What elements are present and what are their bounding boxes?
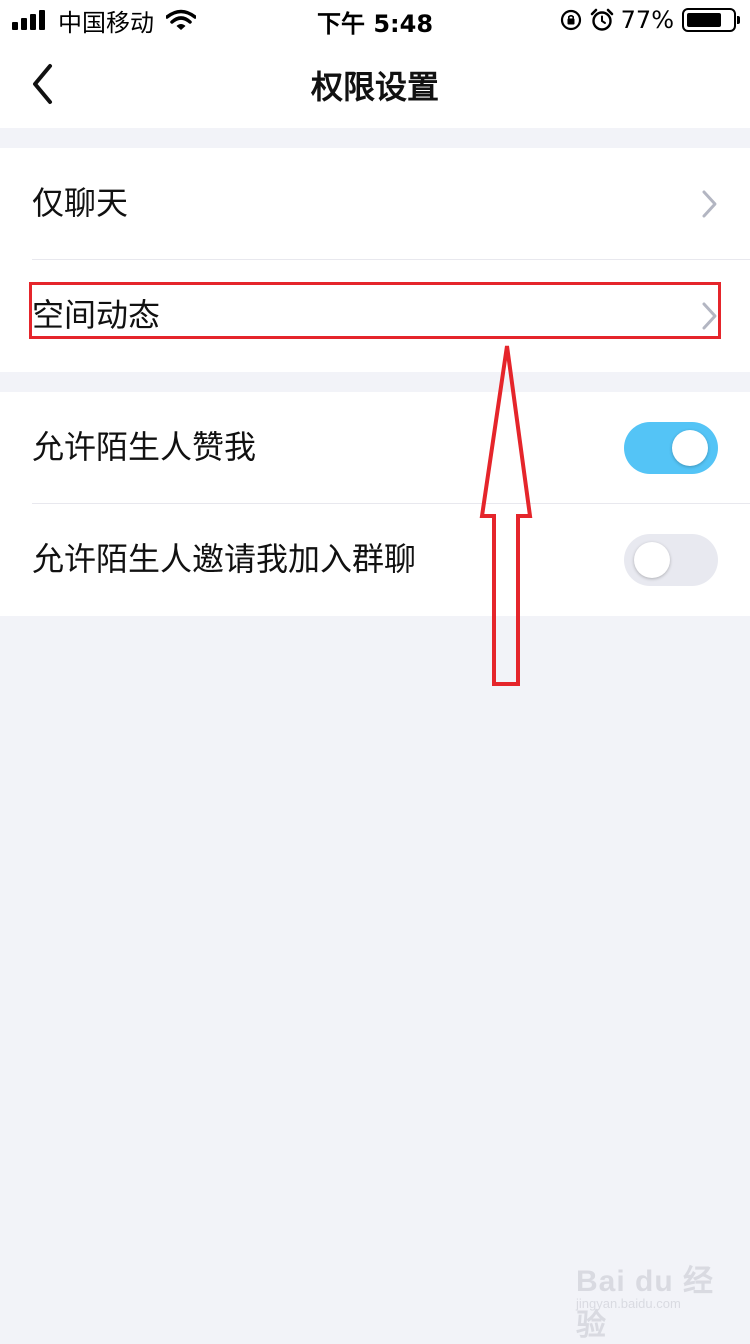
toggle-knob [634, 542, 670, 578]
annotation-highlight-box [29, 282, 721, 339]
page-title: 权限设置 [310, 68, 439, 106]
battery-icon [682, 8, 736, 32]
battery-level-fill [687, 13, 721, 27]
setting-row-allow-stranger-group-invite: 允许陌生人邀请我加入群聊 [0, 504, 750, 616]
setting-row-allow-stranger-like: 允许陌生人赞我 [0, 392, 750, 504]
status-right: 77% [559, 6, 740, 34]
setting-label: 允许陌生人邀请我加入群聊 [32, 540, 417, 578]
allow-stranger-group-invite-toggle[interactable] [624, 534, 718, 586]
watermark-url: jingyan.baidu.com [576, 1296, 681, 1311]
setting-label: 仅聊天 [32, 184, 129, 222]
alarm-icon [590, 8, 613, 31]
allow-stranger-like-toggle[interactable] [624, 422, 718, 474]
orientation-lock-icon [560, 9, 581, 31]
setting-row-chat-only[interactable]: 仅聊天 [0, 148, 750, 260]
setting-label: 允许陌生人赞我 [32, 428, 257, 466]
toggle-knob [672, 430, 708, 466]
annotation-arrow-up-icon [479, 345, 533, 686]
chevron-right-icon [702, 190, 717, 218]
battery-tip [737, 16, 740, 24]
stranger-permission-group: 允许陌生人赞我 允许陌生人邀请我加入群聊 [0, 392, 750, 616]
navigation-bar: 权限设置 [0, 40, 750, 128]
battery-percent: 77% [620, 6, 674, 34]
status-bar: 中国移动 下午 5:48 77% [0, 0, 750, 40]
watermark-logo: Bai du 经验 jingyan.baidu.com [574, 1252, 724, 1342]
